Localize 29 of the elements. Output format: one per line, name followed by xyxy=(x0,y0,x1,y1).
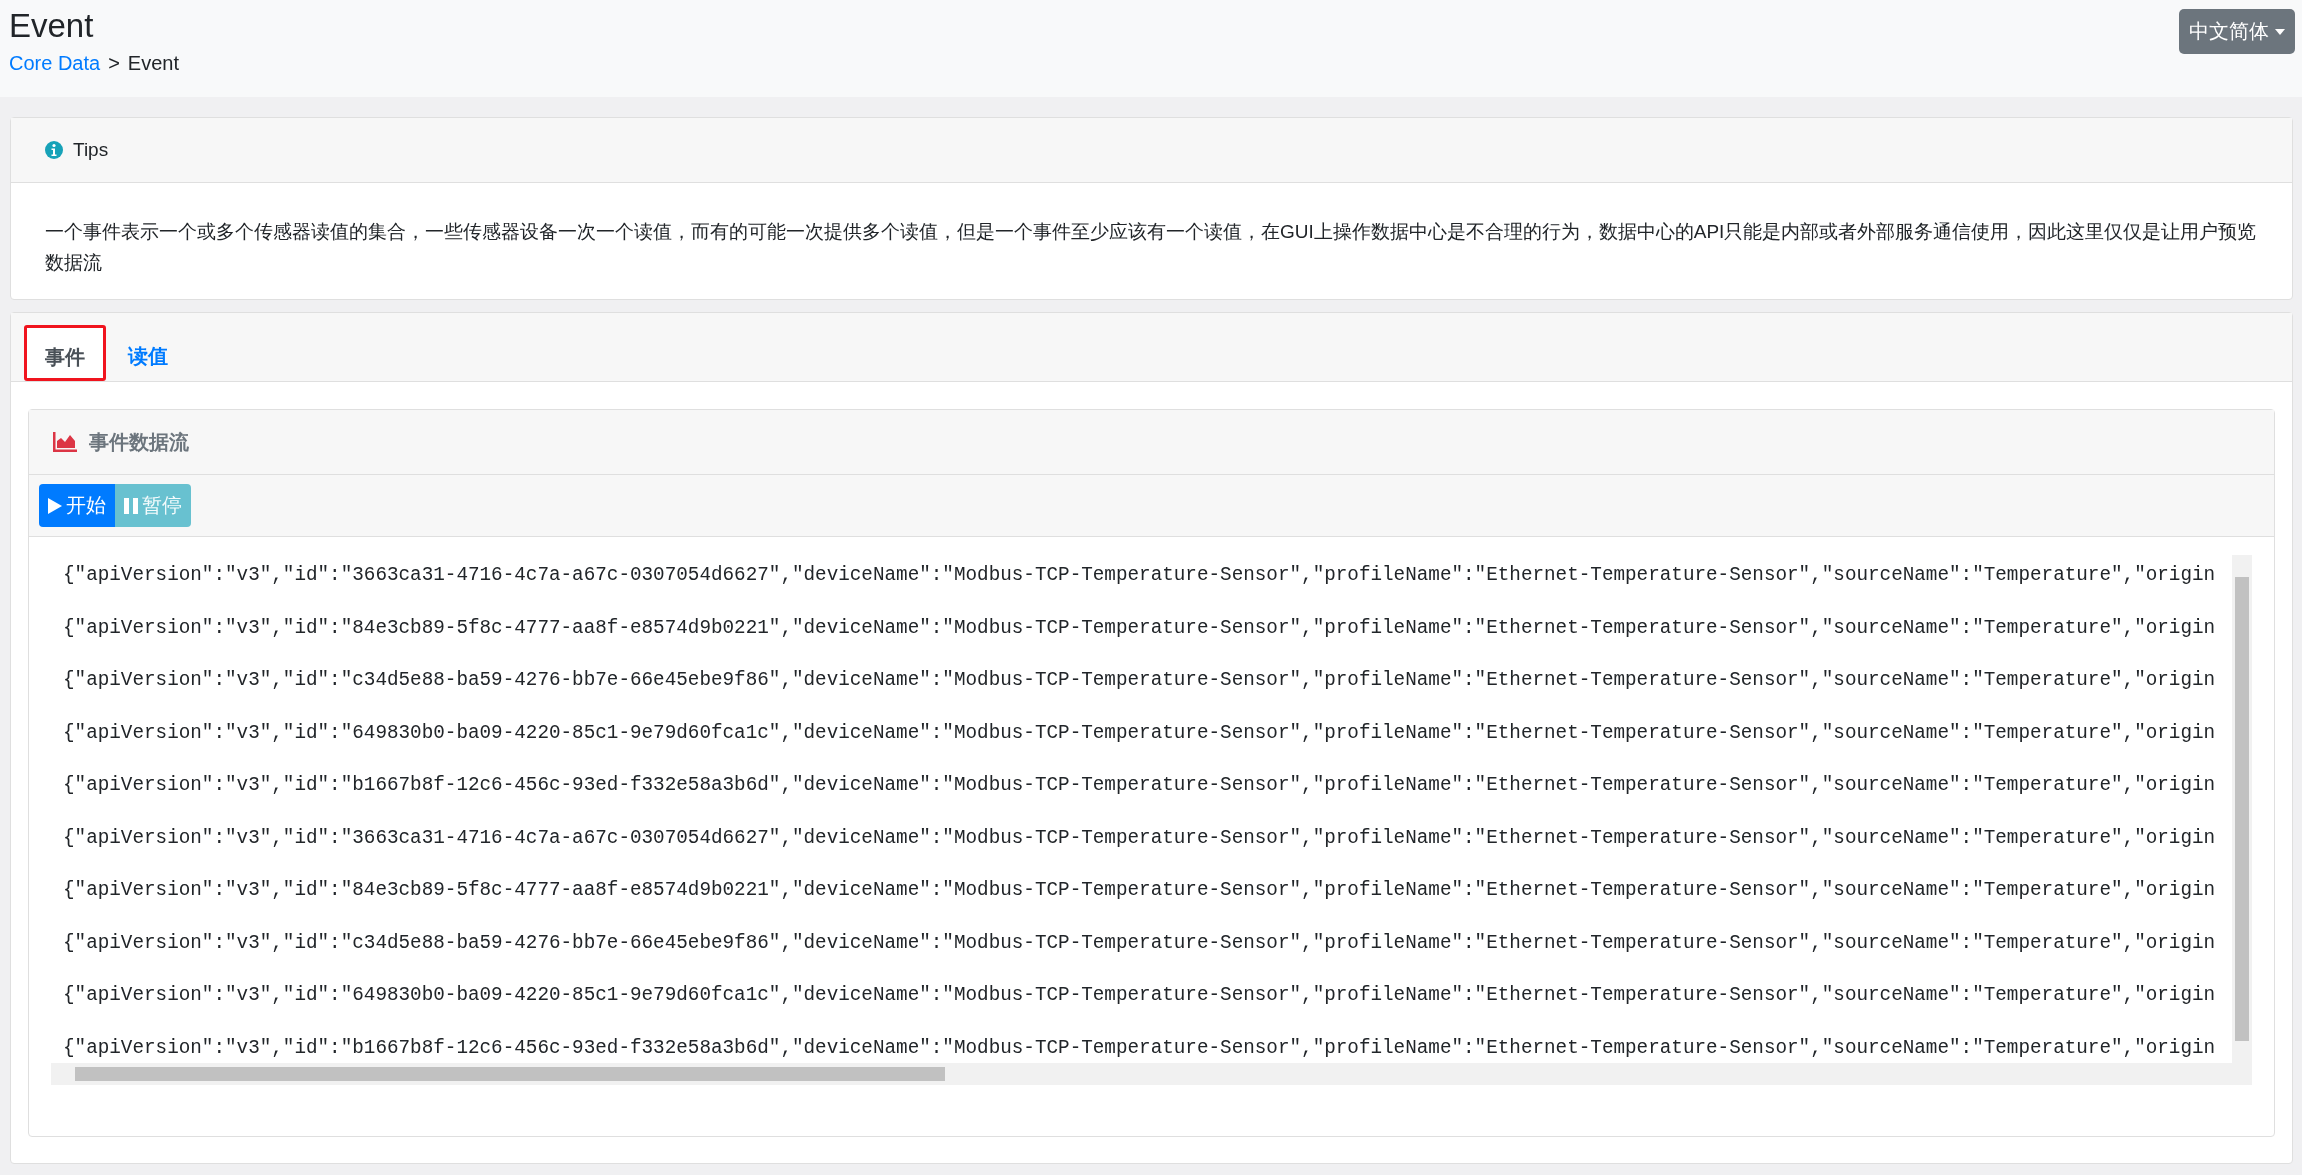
json-line: {"apiVersion":"v3","id":"649830b0-ba09-4220-85c1-9e79d60fca1c","deviceName":"Modbus-TCP-Temperature-Sensor","profileName":"Ethernet-Temperature-Sensor","sourceName":"Temperature","origin xyxy=(63,720,2217,745)
tab[interactable]: 事件 xyxy=(24,325,106,381)
json-line: {"apiVersion":"v3","id":"84e3cb89-5f8c-4777-aa8f-e8574d9b0221","deviceName":"Modbus-TCP-Temperature-Sensor","profileName":"Ethernet-Temperature-Sensor","sourceName":"Temperature","origin xyxy=(63,615,2217,640)
json-line: {"apiVersion":"v3","id":"3663ca31-4716-4c7a-a67c-0307054d6627","deviceName":"Modbus-TCP-Temperature-Sensor","profileName":"Ethernet-Temperature-Sensor","sourceName":"Temperature","origin xyxy=(63,563,2217,587)
play-icon xyxy=(48,497,62,514)
breadcrumb-current: Event xyxy=(127,51,179,75)
json-line: {"apiVersion":"v3","id":"84e3cb89-5f8c-4777-aa8f-e8574d9b0221","deviceName":"Modbus-TCP-Temperature-Sensor","profileName":"Ethernet-Temperature-Sensor","sourceName":"Temperature","origin xyxy=(63,878,2217,902)
area-chart-icon xyxy=(53,432,77,452)
page-title: Event xyxy=(9,6,95,46)
breadcrumb-separator: > xyxy=(108,51,120,75)
start-button[interactable]: 开始 xyxy=(39,484,115,527)
json-line: {"apiVersion":"v3","id":"c34d5e88-ba59-4276-bb7e-66e45ebe9f86","deviceName":"Modbus-TCP-Temperature-Sensor","profileName":"Ethernet-Temperature-Sensor","sourceName":"Temperature","origin xyxy=(63,930,2217,955)
breadcrumb-link[interactable]: Core Data xyxy=(9,51,101,75)
json-line: {"apiVersion":"v3","id":"b1667b8f-12c6-456c-93ed-f332e58a3b6d","deviceName":"Modbus-TCP-Temperature-Sensor","profileName":"Ethernet-Temperature-Sensor","sourceName":"Temperature","origin xyxy=(63,1035,2217,1060)
horizontal-scrollbar[interactable] xyxy=(51,1063,2252,1085)
json-line: {"apiVersion":"v3","id":"649830b0-ba09-4220-85c1-9e79d60fca1c","deviceName":"Modbus-TCP-Temperature-Sensor","profileName":"Ethernet-Temperature-Sensor","sourceName":"Temperature","origin xyxy=(63,983,2217,1007)
vertical-scrollbar[interactable] xyxy=(2232,555,2252,1063)
tips-title: Tips xyxy=(73,139,109,161)
tips-text: 一个事件表示一个或多个传感器读值的集合，一些传感器设备一次一个读值，而有的可能一次提供多个读值，但是一个事件至少应该有一个读值，在GUI上操作数据中心是不合理的行为，数据中心的API只能是内部或者外部服务通信使用，因此这里仅仅是让用户预览数据流 xyxy=(44,220,2258,275)
info-icon xyxy=(45,141,63,159)
json-line: {"apiVersion":"v3","id":"3663ca31-4716-4c7a-a67c-0307054d6627","deviceName":"Modbus-TCP-Temperature-Sensor","profileName":"Ethernet-Temperature-Sensor","sourceName":"Temperature","origin xyxy=(63,825,2217,850)
language-dropdown[interactable]: 中文简体 xyxy=(2179,9,2295,54)
json-line: {"apiVersion":"v3","id":"c34d5e88-ba59-4276-bb7e-66e45ebe9f86","deviceName":"Modbus-TCP-Temperature-Sensor","profileName":"Ethernet-Temperature-Sensor","sourceName":"Temperature","origin xyxy=(63,668,2217,692)
pause-button[interactable]: 暂停 xyxy=(115,484,191,527)
caret-icon xyxy=(2275,28,2285,35)
pause-icon xyxy=(124,497,138,514)
json-line: {"apiVersion":"v3","id":"b1667b8f-12c6-456c-93ed-f332e58a3b6d","deviceName":"Modbus-TCP-Temperature-Sensor","profileName":"Ethernet-Temperature-Sensor","sourceName":"Temperature","origin xyxy=(63,773,2217,797)
panel-title: 事件数据流 xyxy=(89,429,189,455)
tab[interactable]: 读值 xyxy=(110,325,186,381)
